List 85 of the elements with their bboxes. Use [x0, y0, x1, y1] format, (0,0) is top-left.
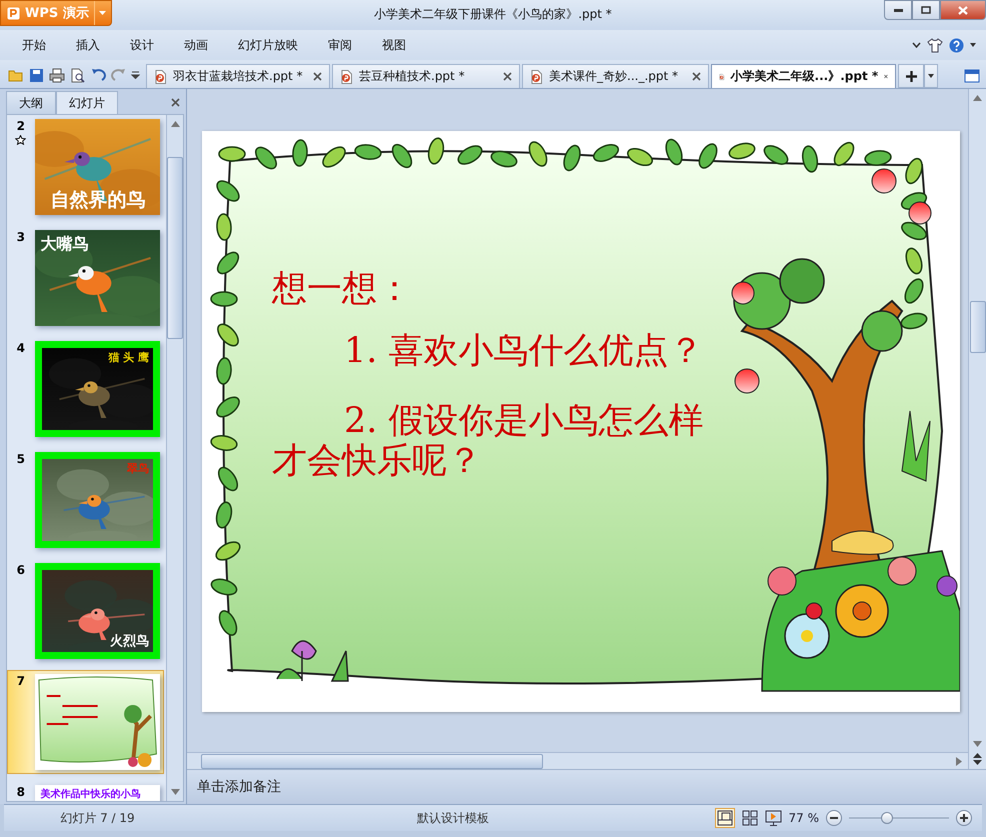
- slide-number: 6: [16, 563, 25, 578]
- document-icon: [530, 70, 543, 84]
- slide-number: 7: [16, 674, 26, 688]
- scroll-up-icon[interactable]: [973, 95, 982, 102]
- new-tab-button[interactable]: [898, 64, 924, 88]
- question-text: 1. 喜欢小鸟什么优点？: [343, 331, 705, 372]
- close-tab-icon[interactable]: [692, 72, 701, 82]
- document-tab[interactable]: 羽衣甘蓝栽培技术.ppt *: [146, 64, 330, 88]
- scroll-right-icon[interactable]: [956, 756, 962, 766]
- zoom-slider-thumb[interactable]: [881, 812, 893, 824]
- slide-number: 3: [16, 230, 26, 244]
- slide-counter: 幻灯片 7 / 19: [59, 810, 136, 827]
- scroll-down-icon[interactable]: [973, 741, 982, 748]
- menu-item[interactable]: 审阅: [316, 36, 364, 54]
- tab-list-button[interactable]: [924, 64, 938, 88]
- menu-item[interactable]: 动画: [172, 36, 220, 54]
- undo-icon[interactable]: [91, 68, 106, 82]
- menu-item[interactable]: 设计: [118, 36, 166, 54]
- question-text: 2. 假设你是小鸟怎么样才会快乐呢？: [272, 401, 705, 482]
- slide-number: 8: [16, 785, 26, 800]
- zoom-out-button[interactable]: [826, 810, 842, 826]
- template-name: 默认设计模板: [416, 810, 490, 827]
- scrollbar-thumb[interactable]: [970, 301, 986, 354]
- window-title: 小学美术二年级下册课件《小鸟的家》.ppt *: [374, 7, 612, 21]
- maximize-button[interactable]: [912, 0, 940, 20]
- document-icon: [340, 70, 353, 84]
- horizontal-scrollbar[interactable]: [187, 752, 968, 770]
- document-tab[interactable]: 小学美术二年级...》.ppt *: [711, 64, 896, 88]
- slide-title: 火烈鸟: [110, 633, 149, 650]
- animation-star-icon[interactable]: [15, 135, 26, 146]
- scrollbar-thumb[interactable]: [167, 157, 183, 340]
- pane-tab[interactable]: 大纲: [6, 91, 56, 114]
- close-pane-icon[interactable]: [171, 98, 180, 108]
- print-icon[interactable]: [49, 68, 65, 83]
- window-layout-icon[interactable]: [964, 69, 980, 84]
- scrollbar-thumb[interactable]: [201, 754, 543, 769]
- more-icon[interactable]: [131, 71, 140, 80]
- plus-icon: [960, 814, 968, 822]
- shirt-icon[interactable]: [927, 38, 943, 53]
- notes-placeholder[interactable]: 单击添加备注: [197, 778, 281, 796]
- slide-number: 2: [16, 119, 26, 134]
- vertical-scrollbar[interactable]: [968, 89, 986, 770]
- menu-item[interactable]: 视图: [370, 36, 418, 54]
- slide-number: 4: [16, 341, 25, 356]
- scrollbar[interactable]: [166, 115, 183, 802]
- minimize-button[interactable]: [884, 0, 912, 20]
- scroll-down-icon[interactable]: [170, 789, 180, 796]
- minimize-icon: [894, 8, 902, 12]
- slide-title: 自然界的鸟: [50, 188, 146, 214]
- zoom-in-button[interactable]: [956, 810, 972, 826]
- slide-heading: 想一想：: [272, 269, 413, 310]
- close-tab-icon[interactable]: [503, 72, 512, 82]
- plus-icon: [906, 70, 916, 82]
- close-tab-icon[interactable]: [313, 72, 322, 82]
- normal-view-icon[interactable]: [714, 808, 734, 828]
- minus-icon: [830, 817, 838, 820]
- logo-icon: [7, 6, 20, 20]
- document-tab[interactable]: 美术课件_奇妙..._.ppt *: [522, 64, 709, 88]
- slide-title: 美术作品中快乐的小鸟: [40, 788, 141, 802]
- maximize-icon: [921, 6, 931, 14]
- scroll-up-icon[interactable]: [170, 121, 180, 128]
- slide-title: 翠鸟: [127, 461, 149, 476]
- close-icon: [958, 6, 968, 14]
- save-icon[interactable]: [29, 68, 44, 83]
- page-nav-icon[interactable]: [973, 753, 982, 766]
- document-icon: [154, 70, 167, 84]
- grid-view-icon[interactable]: [742, 810, 758, 826]
- slideshow-icon[interactable]: [764, 810, 782, 827]
- document-tab[interactable]: 芸豆种植技术.ppt *: [332, 64, 520, 88]
- caret-icon[interactable]: [970, 43, 976, 48]
- slide-title: 猫 头 鹰: [108, 350, 149, 366]
- zoom-percent: 77 %: [788, 811, 819, 826]
- chevron-down-icon[interactable]: [912, 42, 921, 48]
- slide-number: 5: [16, 452, 25, 466]
- slide-thumbnail[interactable]: 7: [7, 670, 164, 774]
- caret-icon: [99, 11, 106, 15]
- caret-icon: [928, 74, 934, 78]
- menu-item[interactable]: 插入: [64, 36, 112, 54]
- pane-tab[interactable]: 幻灯片: [56, 91, 118, 114]
- print-preview-icon[interactable]: [70, 68, 86, 83]
- menu-item[interactable]: 开始: [10, 36, 58, 54]
- slide-title: 大嘴鸟: [40, 234, 89, 256]
- menu-item[interactable]: 幻灯片放映: [226, 36, 310, 54]
- help-icon[interactable]: [949, 38, 964, 53]
- close-button[interactable]: [940, 0, 986, 20]
